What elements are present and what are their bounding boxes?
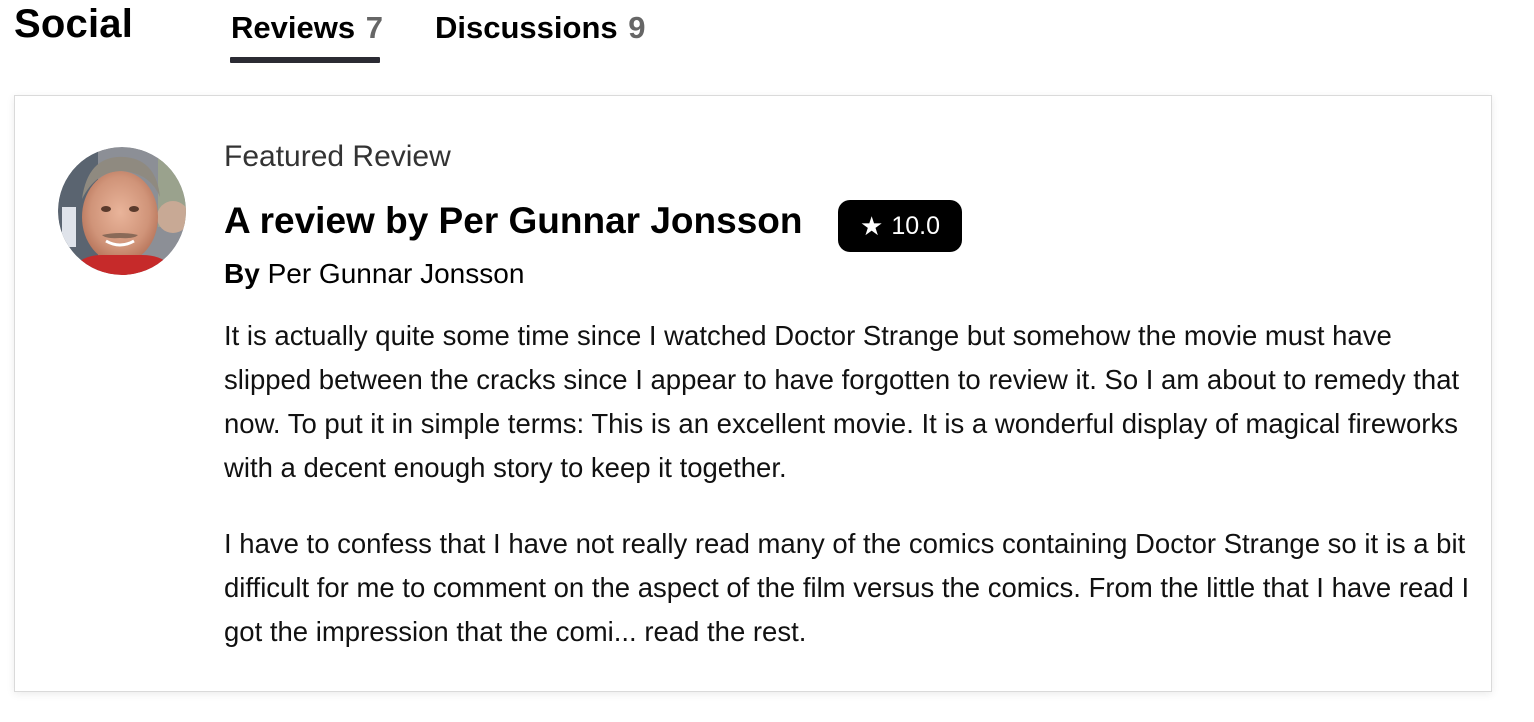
featured-review-label: Featured Review bbox=[224, 140, 451, 173]
review-title-link[interactable]: A review by Per Gunnar Jonsson bbox=[224, 200, 802, 242]
review-byline: By Per Gunnar Jonsson bbox=[224, 258, 524, 290]
rating-badge: ★ 10.0 bbox=[838, 200, 962, 252]
star-icon: ★ bbox=[860, 210, 884, 241]
review-excerpt-text: I have to confess that I have not really… bbox=[224, 528, 1470, 647]
tab-discussions-count: 9 bbox=[628, 10, 646, 45]
section-title: Social bbox=[14, 2, 134, 46]
tab-reviews[interactable]: Reviews 7 bbox=[231, 10, 383, 46]
avatar-photo bbox=[58, 147, 186, 275]
tab-discussions-label: Discussions bbox=[435, 10, 618, 45]
rating-value: 10.0 bbox=[891, 211, 940, 240]
social-header: Social Reviews 7 Discussions 9 bbox=[0, 0, 1534, 70]
tab-discussions[interactable]: Discussions 9 bbox=[435, 10, 646, 46]
featured-review-card: Featured Review A review by Per Gunnar J… bbox=[14, 95, 1492, 692]
review-paragraph-excerpt: I have to confess that I have not really… bbox=[224, 522, 1474, 654]
avatar[interactable] bbox=[58, 147, 186, 275]
tab-reviews-count: 7 bbox=[365, 10, 383, 45]
read-the-rest-link[interactable]: read the rest. bbox=[644, 616, 806, 647]
active-tab-indicator bbox=[230, 57, 380, 63]
author-link[interactable]: Per Gunnar Jonsson bbox=[268, 258, 525, 289]
review-paragraph: It is actually quite some time since I w… bbox=[224, 320, 1460, 483]
tab-reviews-label: Reviews bbox=[231, 10, 356, 45]
by-label: By bbox=[224, 258, 260, 289]
